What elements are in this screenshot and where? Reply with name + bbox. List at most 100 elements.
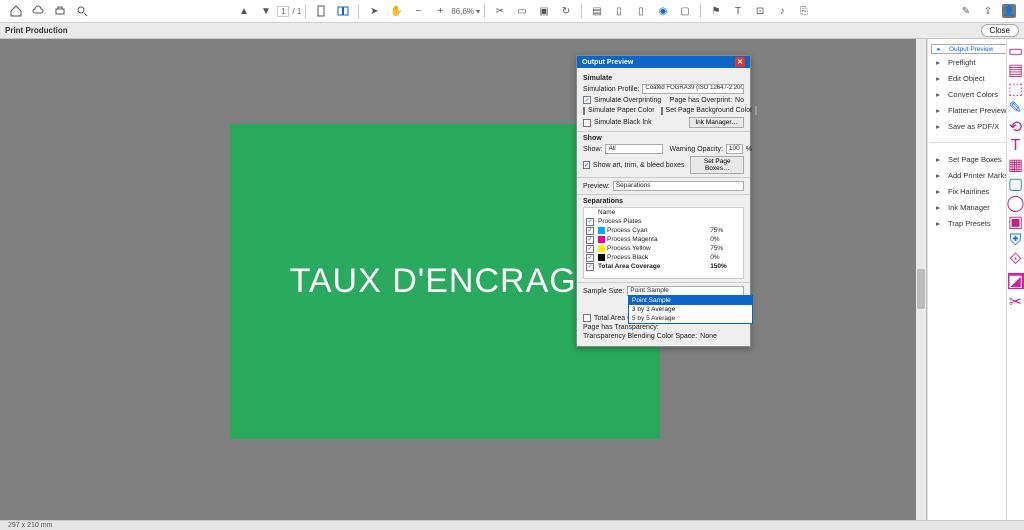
dialog-title: Output Preview	[582, 59, 633, 66]
dialog-close-icon[interactable]: ✕	[735, 57, 745, 67]
dropdown-option[interactable]: 3 by 3 Average	[629, 305, 752, 314]
trans-label: Transparency Blending Color Space:	[583, 333, 697, 340]
separation-row[interactable]: ✓Process Yellow75%	[584, 244, 743, 253]
arrow-icon[interactable]: ➤	[366, 3, 382, 19]
show-label: Show:	[583, 146, 602, 153]
crop-icon[interactable]: ✂	[492, 3, 508, 19]
strip-icon-1[interactable]: ▭	[1010, 45, 1022, 57]
search-icon[interactable]	[74, 3, 90, 19]
show-select[interactable]: All	[605, 144, 663, 154]
doc-icon[interactable]: ▭	[514, 3, 530, 19]
page-trans-label: Page has Transparency:	[583, 324, 659, 331]
sidebar-item-label: Flattener Preview	[948, 106, 1006, 115]
separations-section-title: Separations	[583, 198, 744, 205]
tool-icon: ▸	[933, 89, 943, 99]
sign-icon[interactable]: ✎	[958, 3, 974, 19]
page-indicator: 1 / 1	[277, 6, 301, 17]
paper-checkbox[interactable]	[583, 107, 585, 115]
zoom-out-icon[interactable]: −	[410, 3, 426, 19]
strip-icon-11[interactable]: ⛨	[1010, 235, 1022, 247]
sample-size-dropdown[interactable]: Point Sample3 by 3 Average5 by 5 Average	[628, 295, 753, 324]
set-page-boxes-button[interactable]: Set Page Boxes…	[690, 156, 744, 174]
separation-row[interactable]: ✓Total Area Coverage150%	[584, 262, 743, 271]
sep-checkbox[interactable]: ✓	[586, 245, 594, 253]
close-button[interactable]: Close	[981, 24, 1019, 37]
image-icon[interactable]: ▣	[536, 3, 552, 19]
tool-icon: ▸	[933, 186, 943, 196]
separation-row[interactable]: ✓Process Magenta0%	[584, 235, 743, 244]
page-dimensions: 297 x 210 mm	[8, 522, 52, 529]
total-area-checkbox[interactable]	[583, 314, 591, 322]
sq-icon[interactable]: ▢	[677, 3, 693, 19]
head-icon[interactable]: ♪	[774, 3, 790, 19]
dialog-titlebar[interactable]: Output Preview ✕	[577, 56, 750, 68]
strip-icon-9[interactable]: ◯	[1010, 197, 1022, 209]
ink-manager-button[interactable]: Ink Manager…	[689, 117, 744, 128]
doc2-icon[interactable]: ▯	[611, 3, 627, 19]
overprint-checkbox[interactable]: ✓	[583, 96, 591, 104]
sep-checkbox[interactable]: ✓	[586, 218, 594, 226]
separation-row[interactable]: ✓Process Plates	[584, 217, 743, 226]
show-section-title: Show	[583, 135, 744, 142]
strip-icon-print-prod[interactable]: ◩	[1008, 273, 1024, 289]
vertical-scrollbar[interactable]	[916, 39, 926, 520]
hand-icon[interactable]: ✋	[388, 3, 404, 19]
print-icon[interactable]	[52, 3, 68, 19]
nav-down-icon[interactable]: ▼	[258, 3, 274, 19]
nav-up-icon[interactable]: ▲	[236, 3, 252, 19]
separation-row[interactable]: ✓Process Black0%	[584, 253, 743, 262]
document-canvas[interactable]: TAUX D'ENCRAGE	[0, 39, 927, 520]
flag-icon[interactable]: ⚑	[708, 3, 724, 19]
bg-label: Set Page Background Color	[666, 107, 753, 114]
sidebar-item-label: Save as PDF/X	[948, 122, 999, 131]
strip-icon-8[interactable]: ▢	[1010, 178, 1022, 190]
bg-checkbox[interactable]	[661, 107, 663, 115]
strip-icon-14[interactable]: ✂	[1010, 296, 1022, 308]
rotate-icon[interactable]: ↻	[558, 3, 574, 19]
strip-icon-5[interactable]: ⟲	[1010, 121, 1022, 133]
art-checkbox[interactable]: ✓	[583, 161, 590, 169]
app-toolbar: ▲ ▼ 1 / 1 ➤ ✋ − + 86,6% ▾ ✂ ▭ ▣ ↻ ▤ ▯ ▯ …	[0, 0, 1024, 23]
sidebar-item-label: Trap Presets	[948, 219, 991, 228]
cloud-icon[interactable]	[30, 3, 46, 19]
strip-icon-4[interactable]: ✎	[1010, 102, 1022, 114]
strip-icon-3[interactable]: ⬚	[1010, 83, 1022, 95]
scrollbar-thumb[interactable]	[917, 269, 925, 309]
tool-icon: ▸	[933, 218, 943, 228]
black-checkbox[interactable]	[583, 119, 591, 127]
preview-select[interactable]: Separations	[613, 181, 744, 191]
text-icon[interactable]: T	[730, 3, 746, 19]
bg-color-swatch[interactable]	[755, 106, 757, 115]
stamp-icon[interactable]: ◉	[655, 3, 671, 19]
zoom-in-icon[interactable]: +	[432, 3, 448, 19]
doc3-icon[interactable]: ▯	[633, 3, 649, 19]
page-overprint-value: No	[735, 97, 744, 104]
strip-icon-6[interactable]: T	[1010, 140, 1022, 152]
strip-icon-2[interactable]: ▤	[1010, 64, 1022, 76]
zoom-value[interactable]: 86,6% ▾	[451, 7, 480, 16]
separation-row[interactable]: ✓Process Cyan75%	[584, 226, 743, 235]
sep-checkbox[interactable]: ✓	[586, 263, 594, 271]
dropdown-option[interactable]: 5 by 5 Average	[629, 314, 752, 323]
dropdown-option[interactable]: Point Sample	[629, 296, 752, 305]
speak-icon[interactable]: ⊡	[752, 3, 768, 19]
bookmark-icon[interactable]: ⎘	[796, 3, 812, 19]
sep-checkbox[interactable]: ✓	[586, 227, 594, 235]
strip-icon-7[interactable]: ▦	[1010, 159, 1022, 171]
simulate-section-title: Simulate	[583, 75, 744, 82]
sim-profile-select[interactable]: Coated FOGRA39 (ISO 12647-2:2004)	[642, 84, 744, 94]
overprint-label: Simulate Overprinting	[594, 97, 661, 104]
warn-input[interactable]: 100	[726, 144, 743, 154]
tool-icon: ▸	[933, 73, 943, 83]
sep-checkbox[interactable]: ✓	[586, 236, 594, 244]
sep-checkbox[interactable]: ✓	[586, 254, 594, 262]
home-icon[interactable]	[8, 3, 24, 19]
user-icon[interactable]: 👤	[1002, 4, 1016, 18]
output-preview-dialog[interactable]: Output Preview ✕ Simulate Simulation Pro…	[576, 55, 751, 347]
two-page-icon[interactable]	[335, 3, 351, 19]
page-icon[interactable]	[313, 3, 329, 19]
strip-icon-12[interactable]: ⟐	[1010, 254, 1022, 266]
strip-icon-10[interactable]: ▣	[1010, 216, 1022, 228]
share-icon[interactable]: ⇪	[980, 3, 996, 19]
car-icon[interactable]: ▤	[589, 3, 605, 19]
